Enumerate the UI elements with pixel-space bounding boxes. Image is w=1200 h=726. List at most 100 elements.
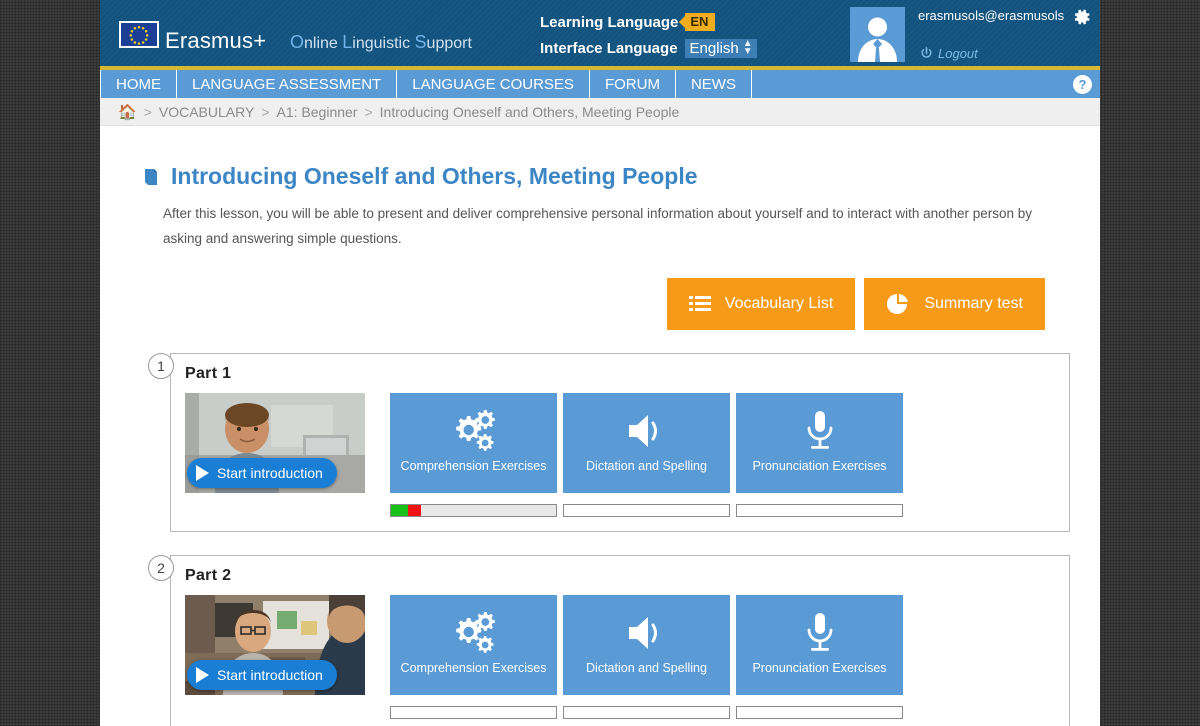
user-email: erasmusols@erasmusols	[918, 8, 1065, 23]
interface-language-row: Interface Language English ▲ ▼	[540, 35, 757, 61]
nav-item-news[interactable]: NEWS	[676, 70, 752, 98]
exercise-tile-label: Dictation and Spelling	[586, 459, 707, 473]
progress-bar	[736, 706, 903, 719]
page-title-text: Introducing Oneself and Others, Meeting …	[171, 163, 698, 189]
progress-bar	[563, 504, 730, 517]
nav-item-forum[interactable]: FORUM	[590, 70, 676, 98]
exercise-tile-column: Pronunciation Exercises	[736, 595, 903, 719]
ols-rest-online: nline	[304, 35, 343, 52]
progress-incorrect-segment	[407, 505, 421, 516]
interface-language-value: English	[689, 39, 739, 57]
ols-cap-l: L	[342, 32, 353, 52]
breadcrumb-item-current: Introducing Oneself and Others, Meeting …	[379, 103, 680, 120]
ols-rest-linguistic: inguistic	[352, 35, 415, 52]
part-section: 2 Part 2 Start introduction Comprehensio…	[148, 555, 1070, 726]
play-icon	[196, 667, 209, 683]
logout-label: Logout	[938, 46, 978, 61]
power-icon	[921, 47, 932, 58]
ols-rest-support: upport	[426, 35, 472, 52]
speaker-icon	[623, 407, 671, 455]
nav-item-language-assessment[interactable]: LANGUAGE ASSESSMENT	[177, 70, 398, 98]
nav-item-home[interactable]: HOME	[100, 70, 177, 98]
exercise-tile-label: Comprehension Exercises	[400, 459, 547, 473]
exercise-tiles: Comprehension Exercises Dictation and Sp…	[390, 393, 903, 517]
lesson-actions: Vocabulary List Summary test	[130, 278, 1070, 330]
list-icon	[688, 296, 711, 311]
interface-language-select[interactable]: English ▲ ▼	[684, 38, 757, 58]
page-title: Introducing Oneself and Others, Meeting …	[142, 163, 1070, 190]
dictation-and-spelling-tile[interactable]: Dictation and Spelling	[563, 595, 730, 695]
speaker-icon	[623, 609, 671, 657]
breadcrumb-item-vocabulary[interactable]: VOCABULARY	[159, 104, 254, 120]
lesson-description: After this lesson, you will be able to p…	[163, 206, 1032, 246]
learning-language-row: Learning Language EN	[540, 9, 757, 35]
summary-test-button[interactable]: Summary test	[864, 278, 1045, 330]
book-icon	[145, 168, 157, 185]
gear-icon[interactable]	[1072, 7, 1092, 32]
play-icon	[196, 465, 209, 481]
part-box: Part 2 Start introduction Comprehension …	[170, 555, 1070, 726]
part-number-badge: 2	[148, 555, 174, 581]
breadcrumb-sep-1: >	[261, 103, 270, 120]
exercise-tile-label: Comprehension Exercises	[400, 661, 547, 675]
pronunciation-exercises-tile[interactable]: Pronunciation Exercises	[736, 595, 903, 695]
part-row: Start introduction Comprehension Exercis…	[185, 595, 1055, 719]
breadcrumb: 🏠 > VOCABULARY > A1: Beginner > Introduc…	[100, 98, 1100, 126]
part-title: Part 1	[185, 365, 232, 382]
comprehension-exercises-tile[interactable]: Comprehension Exercises	[390, 393, 557, 493]
start-introduction-label: Start introduction	[217, 667, 323, 683]
progress-bar	[736, 504, 903, 517]
language-selectors: Learning Language EN Interface Language …	[540, 9, 757, 61]
part-number-badge: 1	[148, 353, 174, 379]
part-section: 1 Part 1 Start introduction Comprehensio…	[148, 353, 1070, 532]
brand-name: Erasmus+	[165, 28, 267, 53]
interface-language-label: Interface Language	[540, 39, 678, 57]
start-introduction-button[interactable]: Start introduction	[187, 660, 337, 690]
gears-icon	[448, 407, 500, 455]
main-navigation: HOME LANGUAGE ASSESSMENT LANGUAGE COURSE…	[100, 70, 1100, 98]
dictation-and-spelling-tile[interactable]: Dictation and Spelling	[563, 393, 730, 493]
vocabulary-list-button[interactable]: Vocabulary List	[666, 278, 856, 330]
avatar[interactable]	[850, 7, 905, 62]
ols-cap-s: S	[414, 32, 427, 52]
breadcrumb-item-level[interactable]: A1: Beginner	[277, 104, 358, 120]
progress-bar	[563, 706, 730, 719]
eu-flag-icon	[119, 21, 159, 48]
microphone-icon	[803, 407, 837, 455]
exercise-tile-column: Pronunciation Exercises	[736, 393, 903, 517]
home-icon[interactable]: 🏠	[118, 103, 137, 121]
start-introduction-label: Start introduction	[217, 465, 323, 481]
breadcrumb-sep-2: >	[364, 103, 373, 120]
part-row: Start introduction Comprehension Exercis…	[185, 393, 1055, 517]
chevron-updown-icon: ▲ ▼	[742, 38, 753, 57]
logout-button[interactable]: Logout	[920, 46, 978, 61]
part-title: Part 2	[185, 567, 232, 584]
brand-tagline: Online Linguistic Support	[290, 32, 472, 53]
part-box: Part 1 Start introduction Comprehension …	[170, 353, 1070, 532]
video-thumbnail[interactable]: Start introduction	[185, 393, 365, 493]
pie-chart-icon	[887, 294, 909, 314]
progress-correct-segment	[391, 505, 408, 516]
start-introduction-button[interactable]: Start introduction	[187, 458, 337, 488]
help-icon[interactable]: ?	[1073, 74, 1092, 94]
microphone-icon	[803, 609, 837, 657]
nav-item-language-courses[interactable]: LANGUAGE COURSES	[397, 70, 590, 98]
progress-bar	[390, 706, 557, 719]
vocabulary-list-label: Vocabulary List	[724, 295, 834, 312]
exercise-tile-label: Pronunciation Exercises	[752, 459, 887, 473]
exercise-tile-column: Comprehension Exercises	[390, 393, 557, 517]
main-content: Introducing Oneself and Others, Meeting …	[100, 163, 1100, 726]
ols-cap-o: O	[290, 32, 305, 52]
exercise-tile-label: Pronunciation Exercises	[752, 661, 887, 675]
comprehension-exercises-tile[interactable]: Comprehension Exercises	[390, 595, 557, 695]
site-header: Erasmus+ Online Linguistic Support Learn…	[100, 0, 1100, 70]
pronunciation-exercises-tile[interactable]: Pronunciation Exercises	[736, 393, 903, 493]
exercise-tile-column: Comprehension Exercises	[390, 595, 557, 719]
progress-bar	[390, 504, 557, 517]
summary-test-label: Summary test	[924, 295, 1023, 312]
exercise-tiles: Comprehension Exercises Dictation and Sp…	[390, 595, 903, 719]
learning-language-badge[interactable]: EN	[685, 13, 716, 31]
video-thumbnail[interactable]: Start introduction	[185, 595, 365, 695]
exercise-tile-column: Dictation and Spelling	[563, 393, 730, 517]
